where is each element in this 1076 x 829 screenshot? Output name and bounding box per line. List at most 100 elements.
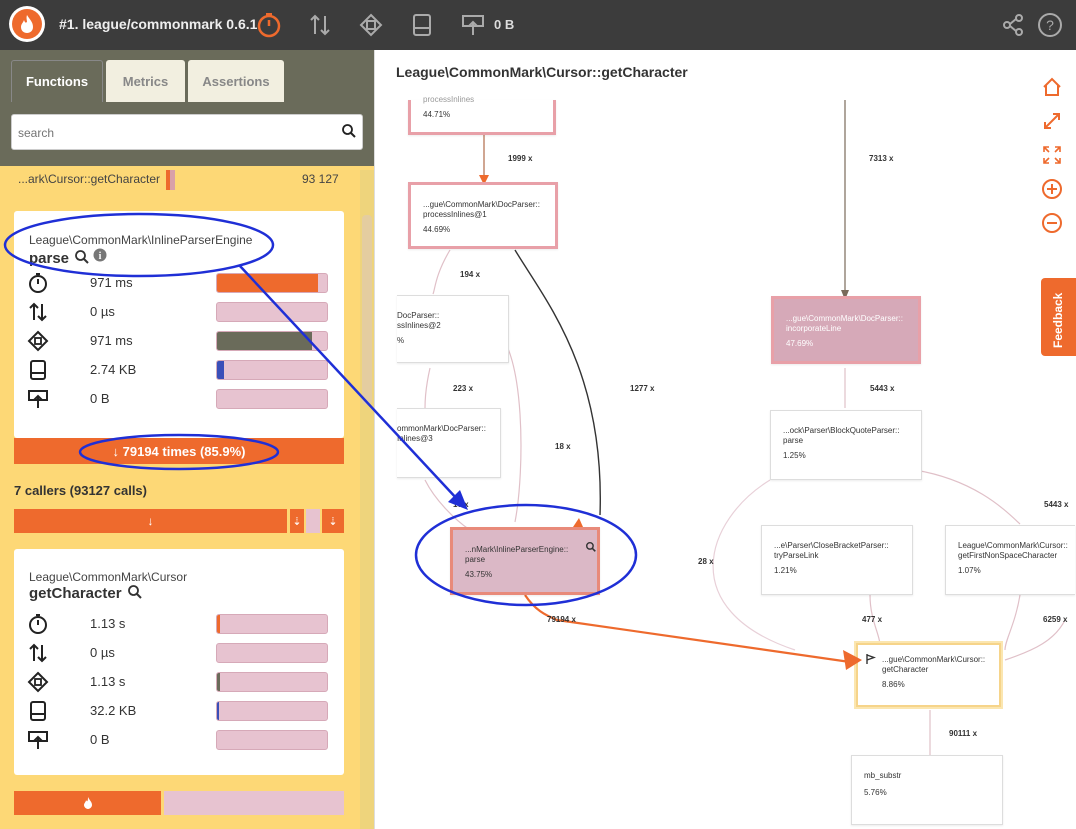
graph-node[interactable]: ...e\Parser\CloseBracketParser:: tryPars… <box>761 525 913 595</box>
edge-label: 1999 x <box>508 154 533 163</box>
svg-text:?: ? <box>1046 17 1054 33</box>
graph-node[interactable]: processInlines 44.71% <box>408 95 556 135</box>
search-icon[interactable] <box>342 124 356 143</box>
network-icon <box>27 729 49 751</box>
profile-title[interactable]: #1. league/commonmark 0.6.1 <box>59 16 257 32</box>
memory-icon <box>27 700 49 722</box>
node-label: League\CommonMark\Cursor:: <box>958 541 1068 550</box>
metric-bar-fill <box>217 673 221 691</box>
fit-screen-icon[interactable] <box>1041 144 1063 166</box>
scrollbar-thumb[interactable] <box>362 215 372 405</box>
function-namespace: League\CommonMark\Cursor <box>29 570 188 584</box>
times-called-bar[interactable]: ↓ 79194 times (85.9%) <box>14 438 344 464</box>
search-icon[interactable] <box>127 585 142 603</box>
help-icon[interactable]: ? <box>1037 12 1063 38</box>
graph-node[interactable]: ...gue\CommonMark\DocParser:: processInl… <box>408 182 558 249</box>
network-icon[interactable] <box>460 12 486 38</box>
node-label: Inlines@3 <box>397 434 433 443</box>
graph-node[interactable]: ommonMark\DocParser:: Inlines@3 <box>397 408 501 478</box>
node-label: ssInlines@2 <box>397 321 441 330</box>
node-percent: 1.25% <box>783 451 806 460</box>
callers-scroll-track[interactable] <box>306 509 320 533</box>
metric-bar-fill <box>217 702 220 720</box>
blackfire-logo[interactable] <box>9 6 45 42</box>
callers-heading: 7 callers (93127 calls) <box>14 483 147 498</box>
zoom-out-icon[interactable] <box>1041 212 1063 234</box>
metric-bar[interactable] <box>216 331 328 351</box>
node-percent: 8.86% <box>882 680 905 689</box>
search-icon[interactable] <box>586 542 596 554</box>
feedback-tab[interactable]: Feedback <box>1041 278 1076 356</box>
zoom-in-icon[interactable] <box>1041 178 1063 200</box>
metric-bar[interactable] <box>216 302 328 322</box>
expand-icon[interactable] <box>1041 110 1063 132</box>
edge-label: 1277 x <box>630 384 655 393</box>
clock-icon <box>27 272 49 294</box>
cpu-icon <box>27 671 49 693</box>
callees-rest-bar[interactable] <box>164 791 344 815</box>
cpu-icon <box>27 330 49 352</box>
clock-icon[interactable] <box>256 12 282 38</box>
tabs-bar: Functions Metrics Assertions <box>0 50 374 166</box>
metric-value: 971 ms <box>90 333 133 348</box>
share-icon[interactable] <box>1000 12 1026 38</box>
svg-text:i: i <box>99 251 102 262</box>
metric-bar[interactable] <box>216 730 328 750</box>
graph-node[interactable]: DocParser:: ssInlines@2 % <box>397 295 509 363</box>
memory-icon[interactable] <box>409 12 435 38</box>
metric-bar[interactable] <box>216 701 328 721</box>
search-input[interactable] <box>18 123 328 143</box>
node-label: ...e\Parser\CloseBracketParser:: <box>774 541 889 550</box>
edge-label: 477 x <box>862 615 883 624</box>
callers-scroll-left[interactable]: ⇣ <box>290 509 304 533</box>
function-card-parse[interactable]: League\CommonMark\InlineParserEngine par… <box>14 211 344 438</box>
metric-bar[interactable] <box>216 273 328 293</box>
clock-icon <box>27 613 49 635</box>
flame-icon <box>12 9 42 39</box>
tab-functions[interactable]: Functions <box>11 60 103 102</box>
node-percent: 43.75% <box>465 570 493 579</box>
flag-icon <box>866 654 877 666</box>
cpu-icon[interactable] <box>358 12 384 38</box>
info-icon[interactable]: i <box>93 248 107 266</box>
graph-node-parse[interactable]: ...nMark\InlineParserEngine:: parse 43.7… <box>450 527 600 595</box>
node-label: DocParser:: <box>397 311 440 320</box>
graph-node[interactable]: mb_substr 5.76% <box>851 755 1003 825</box>
graph-node[interactable]: ...ock\Parser\BlockQuoteParser:: parse 1… <box>770 410 922 480</box>
search-icon[interactable] <box>75 250 89 268</box>
metric-bar-fill <box>217 615 221 633</box>
metric-bar[interactable] <box>216 614 328 634</box>
selected-function-count: 93 127 <box>302 172 339 186</box>
selected-function-label[interactable]: ...ark\Cursor::getCharacter <box>18 172 160 186</box>
call-graph[interactable]: League\CommonMark\Cursor::getCharacter p… <box>374 50 1076 829</box>
metric-bar[interactable] <box>216 360 328 380</box>
top-bar: #1. league/commonmark 0.6.1 0 B ? <box>0 0 1076 50</box>
home-icon[interactable] <box>1041 76 1063 98</box>
function-name: getCharacter <box>29 585 142 603</box>
function-card-getcharacter[interactable]: League\CommonMark\Cursor getCharacter 1.… <box>14 549 344 775</box>
graph-node[interactable]: ...gue\CommonMark\DocParser:: incorporat… <box>771 296 921 364</box>
network-icon <box>27 388 49 410</box>
node-label: tryParseLink <box>774 551 819 560</box>
graph-node-getcharacter[interactable]: ...gue\CommonMark\Cursor:: getCharacter … <box>856 643 1001 707</box>
selected-function-bar <box>166 170 175 190</box>
edge-label: 18 x <box>555 442 571 451</box>
metric-bar[interactable] <box>216 643 328 663</box>
function-name-text: getCharacter <box>29 585 122 602</box>
io-icon[interactable] <box>307 12 333 38</box>
graph-node[interactable]: League\CommonMark\Cursor:: getFirstNonSp… <box>945 525 1075 595</box>
node-percent: % <box>397 336 405 345</box>
metric-bar[interactable] <box>216 672 328 692</box>
edge-label: 194 x <box>460 270 481 279</box>
callers-expand-bar[interactable]: ↓ <box>14 509 287 533</box>
callers-scroll-right[interactable]: ⇣ <box>322 509 344 533</box>
tab-metrics[interactable]: Metrics <box>106 60 185 102</box>
tab-assertions[interactable]: Assertions <box>188 60 284 102</box>
function-name-text: parse <box>29 250 70 267</box>
edge-label: 28 x <box>698 557 714 566</box>
memory-icon <box>27 359 49 381</box>
metric-bar[interactable] <box>216 389 328 409</box>
edge-label: 223 x <box>453 384 474 393</box>
node-label: ...nMark\InlineParserEngine:: <box>465 545 569 554</box>
callees-flame-bar[interactable] <box>14 791 161 815</box>
